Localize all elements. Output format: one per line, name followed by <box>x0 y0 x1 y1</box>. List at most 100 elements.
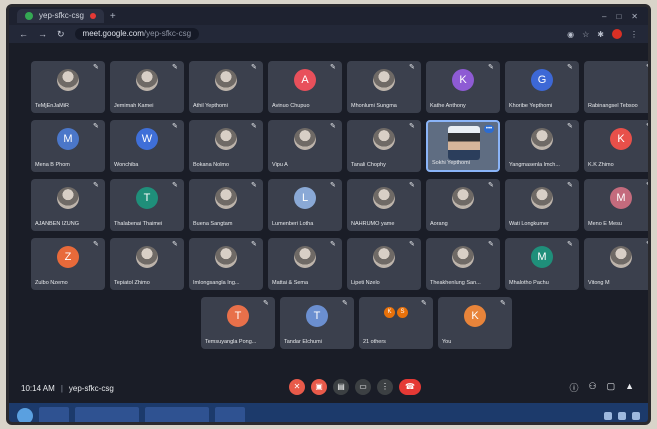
participant-name: Avinuo Chupuo <box>272 103 310 109</box>
participant-name: You <box>442 339 452 345</box>
extensions-area: ◉ ☆ ✱ ⋮ <box>567 29 638 39</box>
participant-tile[interactable]: ✎ Vitong M <box>584 238 648 290</box>
participant-tile[interactable]: Z ✎ Zulbo Nzemo <box>31 238 105 290</box>
address-bar-row: ← → ↻ meet.google.com/yep-sfkc-csg ◉ ☆ ✱… <box>9 25 648 43</box>
tab-meet[interactable]: yep-sfkc-csg <box>17 9 104 23</box>
meet-participant-grid: ✎ TeMjEnJaMiR ✎ Jemimah Kamei ✎ Athil Yepthom… <box>9 43 648 373</box>
participant-tile[interactable]: K ✎ Kathe Anthony <box>426 61 500 113</box>
participant-name: Bokana Nolmo <box>193 162 230 168</box>
reload-icon[interactable]: ↻ <box>57 29 65 40</box>
participant-photo <box>531 187 553 209</box>
participant-tile[interactable]: ✎ Mhonlumi Sungma <box>347 61 421 113</box>
mic-muted-icon: ✎ <box>646 64 648 72</box>
participant-tile[interactable]: W ✎ Wonchiba <box>110 120 184 172</box>
new-tab-button[interactable]: + <box>110 11 116 22</box>
people-icon[interactable]: ⚇ <box>588 381 596 394</box>
url-path: /yep-sfkc-csg <box>143 29 192 38</box>
participant-tile[interactable]: ✎ Theakhenlung San... <box>426 238 500 290</box>
mic-muted-icon: ✎ <box>488 182 494 189</box>
participant-avatar: Z <box>57 246 79 268</box>
participant-avatar: L <box>294 187 316 209</box>
taskbar-app-opera[interactable] <box>215 407 245 422</box>
participant-tile[interactable]: ••• Sokhi Yepthomi <box>426 120 500 172</box>
mic-off-icon[interactable]: ✕ <box>289 379 305 395</box>
mic-muted-icon: ✎ <box>251 123 257 130</box>
participant-tile[interactable]: ✎ Tepiatol Zhimo <box>110 238 184 290</box>
participant-tile[interactable]: K ✎ You <box>438 297 512 349</box>
more-options-icon[interactable]: ⋮ <box>377 379 393 395</box>
participant-name: Vipu A <box>272 162 288 168</box>
participant-name: Wati Longkumer <box>509 221 549 227</box>
participant-tile[interactable]: ✎ Rabinangsel Tebsoo <box>584 61 648 113</box>
participant-tile[interactable]: ✎ Athil Yepthomi <box>189 61 263 113</box>
participant-tile[interactable]: ✎ Mattai & Sema <box>268 238 342 290</box>
participant-tile[interactable]: M ✎ Mhalotho Pachu <box>505 238 579 290</box>
present-icon[interactable]: ▭ <box>355 379 371 395</box>
participant-name: Athil Yepthomi <box>193 103 228 109</box>
profile-avatar[interactable] <box>612 29 622 39</box>
participant-tile[interactable]: A ✎ Avinuo Chupuo <box>268 61 342 113</box>
participant-photo <box>215 187 237 209</box>
participant-tile[interactable]: T ✎ Tandar Elchumi <box>280 297 354 349</box>
others-avatars: KS <box>384 307 408 318</box>
participant-tile[interactable]: ✎ Aorang <box>426 179 500 231</box>
participant-photo <box>531 128 553 150</box>
window-controls: – □ ✕ <box>602 12 638 21</box>
mic-muted-icon: ✎ <box>172 64 178 71</box>
minimize-icon[interactable]: – <box>602 12 606 21</box>
participant-tile[interactable]: ✎ TeMjEnJaMiR <box>31 61 105 113</box>
participant-video <box>448 126 480 160</box>
participant-photo <box>215 69 237 91</box>
captions-icon[interactable]: ▤ <box>333 379 349 395</box>
participant-tile[interactable]: K ✎ K.K Zhimo <box>584 120 648 172</box>
participant-tile[interactable]: ✎ AJANBEN IZUNG <box>31 179 105 231</box>
url-field[interactable]: meet.google.com/yep-sfkc-csg <box>74 28 200 40</box>
participant-tile[interactable]: M ✎ Mena B Phom <box>31 120 105 172</box>
participant-tile[interactable]: M ✎ Meno E Mesu <box>584 179 648 231</box>
participant-tile[interactable]: ✎ Lipeti Nzelo <box>347 238 421 290</box>
participant-tile[interactable]: ✎ NAHRUMO yame <box>347 179 421 231</box>
info-icon[interactable]: ⓘ <box>569 381 578 394</box>
maximize-icon[interactable]: □ <box>616 12 621 21</box>
mic-muted-icon: ✎ <box>263 300 269 307</box>
participant-photo <box>610 246 632 268</box>
start-button-icon[interactable] <box>17 407 33 422</box>
end-call-icon[interactable]: ☎ <box>399 379 421 395</box>
participant-name: Jemimah Kamei <box>114 103 154 109</box>
camera-off-icon[interactable]: ▣ <box>311 379 327 395</box>
mic-muted-icon: ✎ <box>500 300 506 307</box>
participant-tile[interactable]: K S ✎ 21 others <box>359 297 433 349</box>
participant-name: Lumenberi Lotha <box>272 221 314 227</box>
close-icon[interactable]: ✕ <box>631 12 638 21</box>
participant-tile[interactable]: G ✎ Khoribe Yepthomi <box>505 61 579 113</box>
participant-name: Lipeti Nzelo <box>351 280 380 286</box>
participant-tile[interactable]: ✎ Vipu A <box>268 120 342 172</box>
participant-tile[interactable]: ✎ Buena Sangtam <box>189 179 263 231</box>
participant-tile[interactable]: T ✎ Temsuyangla Pong... <box>201 297 275 349</box>
mic-muted-icon: ✎ <box>342 300 348 307</box>
participant-name: Thalabenai Thaimei <box>114 221 163 227</box>
taskbar-app-whatsapp[interactable] <box>145 407 209 422</box>
camera-icon[interactable]: ◉ <box>567 30 574 39</box>
activities-icon[interactable]: ▲ <box>625 381 634 394</box>
participant-tile[interactable]: ✎ Tanali Chophy <box>347 120 421 172</box>
participant-tile[interactable]: ✎ Imlongsangla Ing... <box>189 238 263 290</box>
participant-photo <box>452 187 474 209</box>
chat-icon[interactable]: ▢ <box>607 381 616 394</box>
back-icon[interactable]: ← <box>19 29 28 39</box>
participant-tile[interactable]: ✎ Wati Longkumer <box>505 179 579 231</box>
participant-tile[interactable]: ✎ Bokana Nolmo <box>189 120 263 172</box>
participant-tile[interactable]: L ✎ Lumenberi Lotha <box>268 179 342 231</box>
participant-name: AJANBEN IZUNG <box>35 221 80 227</box>
star-icon[interactable]: ☆ <box>582 30 589 39</box>
menu-dots-icon[interactable]: ⋮ <box>630 30 638 39</box>
more-dots-icon[interactable]: ••• <box>484 125 494 133</box>
puzzle-icon[interactable]: ✱ <box>597 30 604 39</box>
taskbar-app-explorer[interactable] <box>39 407 69 422</box>
forward-icon[interactable]: → <box>38 29 47 39</box>
taskbar-app-chrome[interactable] <box>75 407 139 422</box>
participant-tile[interactable]: ✎ Yangmasenla lmch... <box>505 120 579 172</box>
participant-tile[interactable]: T ✎ Thalabenai Thaimei <box>110 179 184 231</box>
participant-tile[interactable]: ✎ Jemimah Kamei <box>110 61 184 113</box>
call-controls: ✕ ▣ ▤ ▭ ⋮ ☎ <box>289 379 421 395</box>
